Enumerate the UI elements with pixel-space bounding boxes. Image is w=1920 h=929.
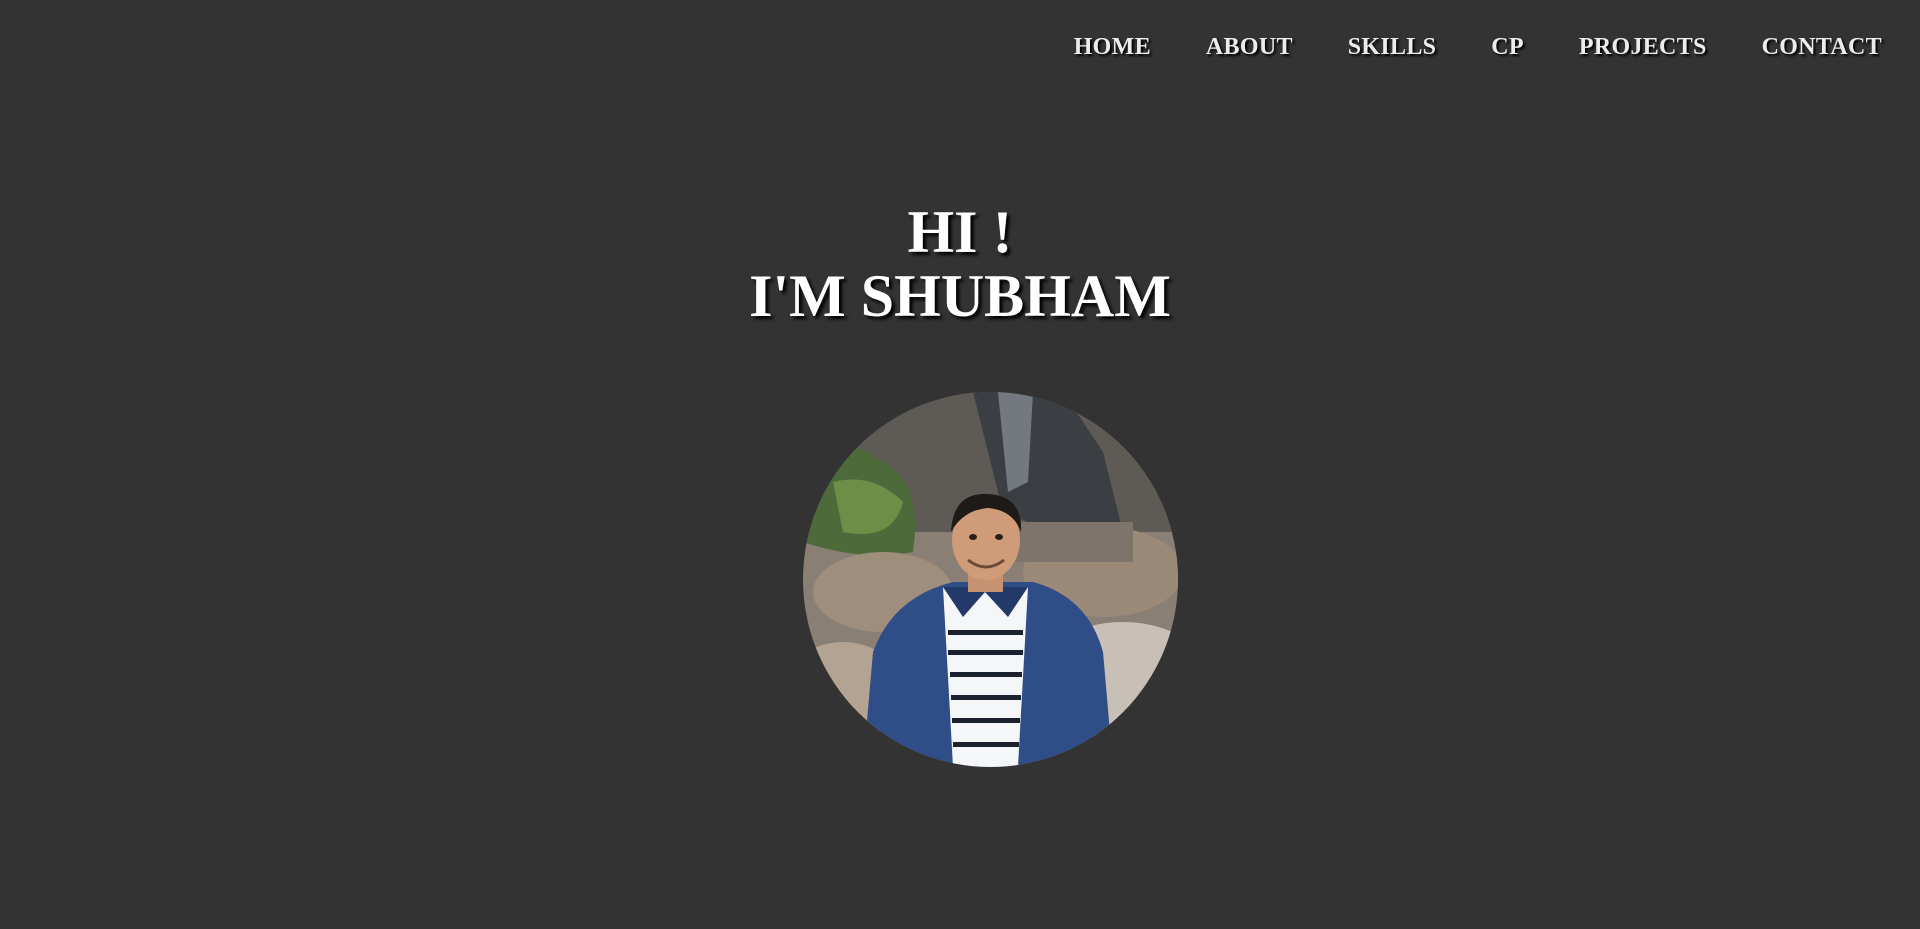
top-navigation: HOME ABOUT SKILLS CP PROJECTS CONTACT: [1074, 30, 1882, 64]
nav-link-about[interactable]: ABOUT: [1206, 30, 1293, 64]
hero-heading: HI ! I'M SHUBHAM: [0, 200, 1920, 328]
profile-photo-illustration: [803, 392, 1178, 767]
hero-section: HI ! I'M SHUBHAM: [0, 200, 1920, 328]
nav-link-skills[interactable]: SKILLS: [1348, 30, 1437, 64]
hero-greeting: HI !: [907, 199, 1013, 265]
hero-name: I'M SHUBHAM: [749, 263, 1171, 329]
nav-link-contact[interactable]: CONTACT: [1762, 30, 1882, 64]
nav-link-home[interactable]: HOME: [1074, 30, 1151, 64]
nav-link-cp[interactable]: CP: [1491, 30, 1524, 64]
profile-photo: [803, 392, 1178, 767]
nav-link-projects[interactable]: PROJECTS: [1579, 30, 1707, 64]
